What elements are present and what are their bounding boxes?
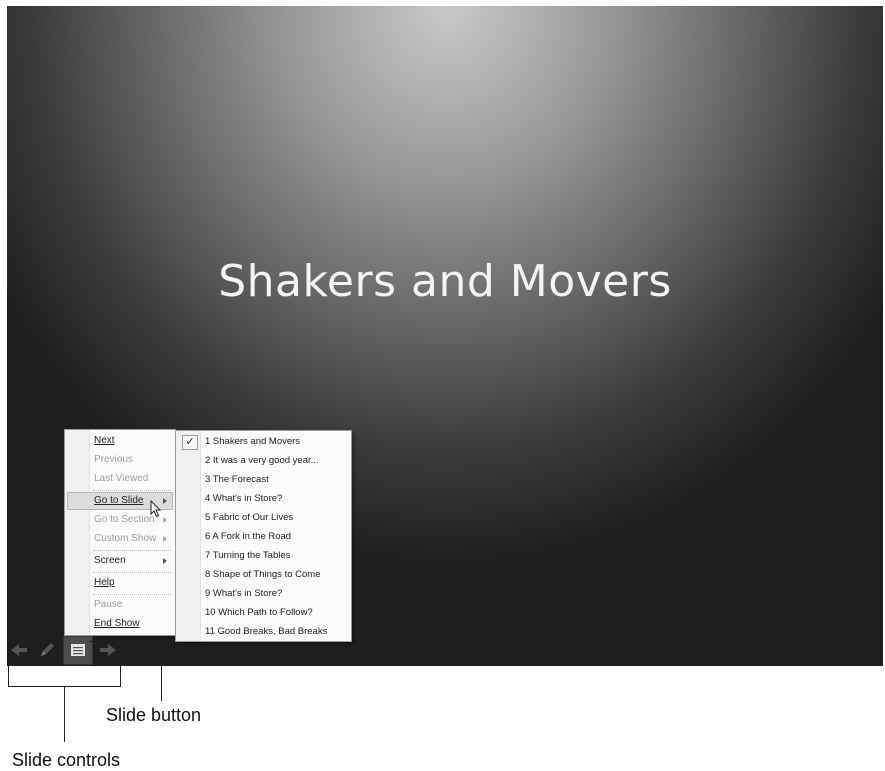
- slide-button-callout-line: [89, 641, 161, 642]
- menu-item-label: Last Viewed: [94, 473, 149, 484]
- slide-list-item[interactable]: 11 Good Breaks, Bad Breaks: [178, 622, 349, 641]
- slide-menu-icon: [71, 644, 85, 656]
- slide-list-item[interactable]: 8 Shape of Things to Come: [178, 565, 349, 584]
- menu-item-last-viewed: Last Viewed: [67, 470, 173, 488]
- menu-item-label: Go to Section: [94, 514, 155, 525]
- slide-list-item[interactable]: 6 A Fork in the Road: [178, 527, 349, 546]
- go-to-slide-submenu: ✓ 1 Shakers and Movers 2 It was a very g…: [175, 430, 352, 642]
- checkmark-icon: ✓: [182, 435, 198, 450]
- slide-list-item-label: 6 A Fork in the Road: [205, 531, 292, 542]
- slide-list-item-label: 7 Turning the Tables: [205, 550, 291, 561]
- submenu-arrow-icon: [163, 498, 167, 504]
- menu-item-label: End Show: [94, 618, 140, 629]
- pen-icon[interactable]: [35, 638, 59, 662]
- menu-item-help[interactable]: Help: [67, 574, 173, 592]
- menu-item-custom-show: Custom Show: [67, 530, 173, 548]
- slide-list-item[interactable]: 7 Turning the Tables: [178, 546, 349, 565]
- slide-title: Shakers and Movers: [218, 256, 672, 307]
- slide-show-popup-menu: Next Previous Last Viewed Go to Slide Go…: [64, 429, 176, 636]
- menu-separator: [93, 550, 171, 551]
- menu-item-label: Go to Slide: [94, 495, 144, 506]
- menu-item-next[interactable]: Next: [67, 432, 173, 450]
- slide-controls-bracket: [120, 666, 121, 686]
- slide-list-item-label: 11 Good Breaks, Bad Breaks: [205, 626, 328, 637]
- slide-list-item-label: 5 Fabric of Our Lives: [205, 512, 294, 523]
- submenu-arrow-icon: [163, 517, 167, 523]
- slide-list-item[interactable]: ✓ 1 Shakers and Movers: [178, 432, 349, 451]
- slide-list-item-label: 9 What's in Store?: [205, 588, 283, 599]
- slide-button-callout: Slide button: [106, 705, 202, 725]
- menu-item-end-show[interactable]: End Show: [67, 615, 173, 633]
- submenu-arrow-icon: [163, 558, 167, 564]
- slide-controls-bracket: [8, 666, 9, 686]
- menu-item-label: Previous: [94, 454, 133, 465]
- previous-arrow-icon[interactable]: [8, 638, 32, 662]
- slide-controls-callout: Slide controls: [12, 750, 121, 770]
- menu-item-label: Next: [94, 435, 115, 446]
- slide-list-item[interactable]: 9 What's in Store?: [178, 584, 349, 603]
- slide-button-callout-line: [161, 641, 162, 701]
- menu-item-pause: Pause: [67, 596, 173, 614]
- menu-item-label: Custom Show: [94, 533, 157, 544]
- menu-item-label: Pause: [94, 599, 123, 610]
- slide-list-item-label: 8 Shape of Things to Come: [205, 569, 321, 580]
- menu-item-previous: Previous: [67, 451, 173, 469]
- menu-separator: [93, 572, 171, 573]
- menu-item-screen[interactable]: Screen: [67, 552, 173, 570]
- slide-list-item-label: 10 Which Path to Follow?: [205, 607, 313, 618]
- submenu-arrow-icon: [163, 536, 167, 542]
- slide-list-item[interactable]: 3 The Forecast: [178, 470, 349, 489]
- slide-controls-callout-line: [64, 686, 65, 742]
- menu-item-label: Screen: [94, 555, 126, 566]
- menu-item-label: Help: [94, 577, 115, 588]
- slide-list-item[interactable]: 4 What's in Store?: [178, 489, 349, 508]
- slide-list-item-label: 1 Shakers and Movers: [205, 436, 301, 447]
- menu-separator: [93, 490, 171, 491]
- slide-list-item-label: 3 The Forecast: [205, 474, 269, 485]
- slide-list-item[interactable]: 10 Which Path to Follow?: [178, 603, 349, 622]
- mouse-cursor-icon: [150, 500, 162, 518]
- slide-list-item-label: 2 It was a very good year...: [205, 455, 319, 466]
- slide-list-item-label: 4 What's in Store?: [205, 493, 283, 504]
- slide-list-item[interactable]: 5 Fabric of Our Lives: [178, 508, 349, 527]
- menu-separator: [93, 594, 171, 595]
- slide-list-item[interactable]: 2 It was a very good year...: [178, 451, 349, 470]
